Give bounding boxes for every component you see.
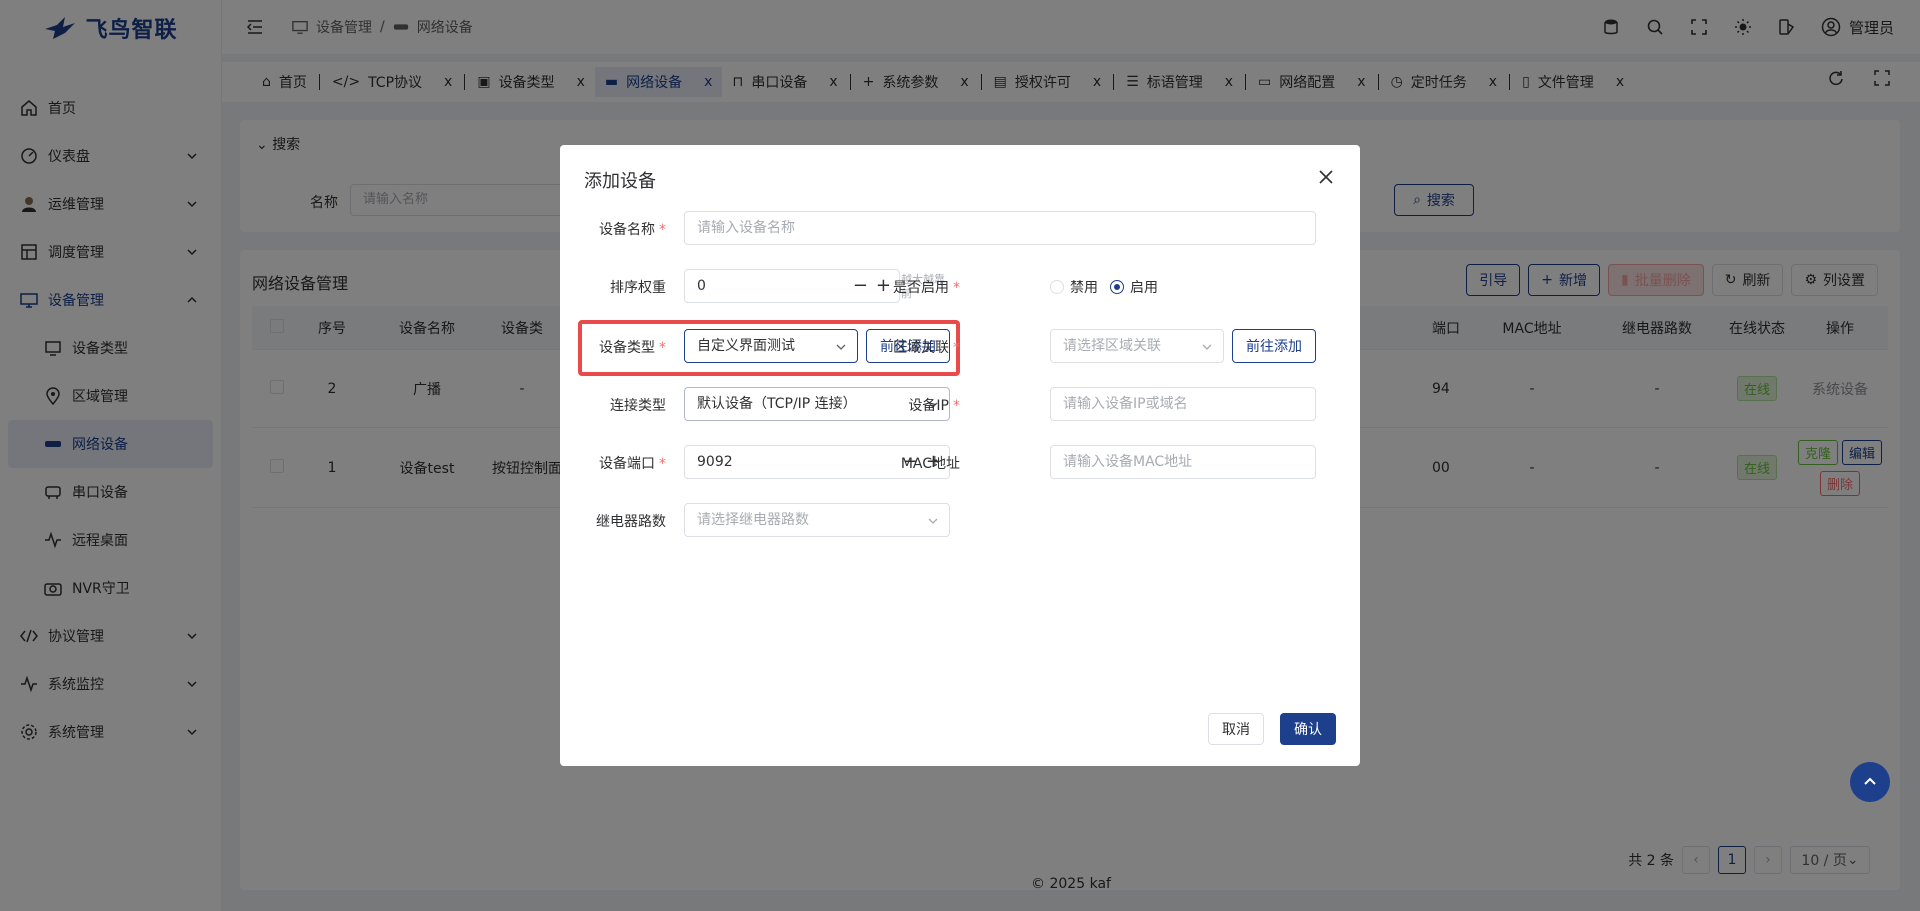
device-type-select[interactable]: 自定义界面测试 bbox=[684, 329, 858, 363]
ip-input[interactable]: 请输入设备IP或域名 bbox=[1050, 387, 1316, 421]
app-root: 飞鸟智联 首页 仪表盘 运维管理 调度管理 设备管理 设备 bbox=[0, 0, 1920, 911]
device-name-input[interactable]: 请输入设备名称 bbox=[684, 211, 1316, 245]
mac-input[interactable]: 请输入设备MAC地址 bbox=[1050, 445, 1316, 479]
enable-label: 是否启用 * bbox=[893, 280, 960, 296]
relay-label: 继电器路数 bbox=[596, 514, 666, 530]
confirm-button[interactable]: 确认 bbox=[1280, 713, 1336, 745]
region-select[interactable]: 请选择区域关联 bbox=[1050, 329, 1224, 363]
back-to-top-button[interactable] bbox=[1850, 762, 1890, 802]
radio-enable[interactable]: 启用 bbox=[1110, 277, 1158, 297]
relay-select[interactable]: 请选择继电器路数 bbox=[684, 503, 950, 537]
close-icon[interactable] bbox=[1316, 167, 1336, 187]
chevron-down-icon bbox=[1202, 344, 1212, 350]
port-label: 设备端口 * bbox=[599, 456, 666, 472]
device-name-label: 设备名称 * bbox=[599, 222, 666, 238]
dialog-title: 添加设备 bbox=[584, 171, 656, 192]
sort-label: 排序权重 bbox=[610, 280, 666, 296]
chevron-down-icon bbox=[836, 344, 846, 350]
device-type-label: 设备类型 * bbox=[599, 340, 666, 356]
region-label: 区域关联 * bbox=[893, 340, 960, 356]
radio-disable[interactable]: 禁用 bbox=[1050, 277, 1098, 297]
cancel-button[interactable]: 取消 bbox=[1208, 713, 1264, 745]
conn-type-label: 连接类型 bbox=[610, 398, 666, 414]
ip-label: 设备IP * bbox=[908, 398, 960, 414]
chevron-down-icon bbox=[928, 518, 938, 524]
chevron-up-icon bbox=[1864, 777, 1876, 785]
mac-label: MAC地址 bbox=[900, 456, 960, 472]
add-device-dialog: 添加设备 设备名称 * 请输入设备名称 排序权重 0 − + 越大越靠前 是否启用 *… bbox=[560, 145, 1360, 766]
goto-add-region-button[interactable]: 前往添加 bbox=[1232, 329, 1316, 363]
